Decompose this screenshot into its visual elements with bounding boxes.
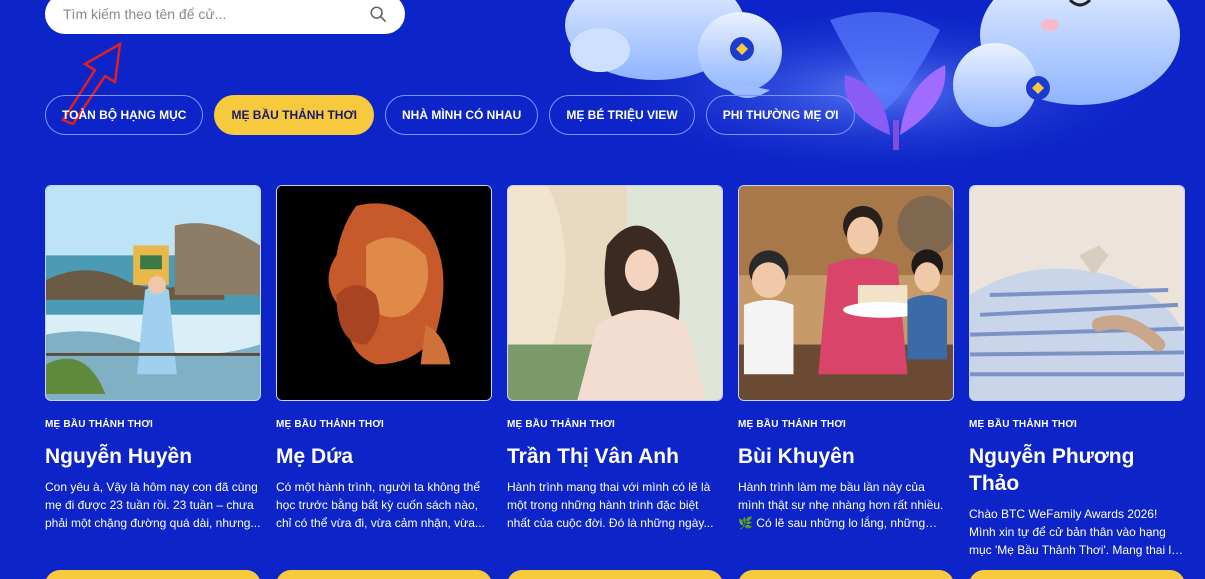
nominee-card[interactable]: MẸ BẦU THẢNH THƠI Bùi Khuyên Hành trình …: [738, 185, 954, 559]
nominee-excerpt: Hành trình mang thai với mình có lẽ là m…: [507, 480, 714, 530]
vote-button[interactable]: [276, 570, 492, 579]
vote-button[interactable]: [507, 570, 723, 579]
nominee-name[interactable]: Trần Thị Vân Anh: [507, 443, 723, 470]
nominee-cards: MẸ BẦU THẢNH THƠI Nguyễn Huyền Con yêu à…: [45, 185, 1185, 559]
nominee-category: MẸ BẦU THẢNH THƠI: [45, 419, 154, 430]
tab-nha-minh-co-nhau[interactable]: NHÀ MÌNH CÓ NHAU: [385, 95, 539, 135]
nominee-name[interactable]: Nguyễn Huyền: [45, 443, 261, 470]
nominee-card[interactable]: MẸ BẦU THẢNH THƠI Mẹ Dứa Có một hành trì…: [276, 185, 492, 559]
nominee-category: MẸ BẦU THẢNH THƠI: [276, 419, 385, 430]
nominee-photo[interactable]: [507, 185, 723, 401]
search-icon[interactable]: [369, 5, 387, 23]
nominee-card[interactable]: MẸ BẦU THẢNH THƠI Nguyễn Phương Thảo Chà…: [969, 185, 1185, 559]
nominee-photo[interactable]: [45, 185, 261, 401]
search-bar[interactable]: [45, 0, 405, 34]
nominee-excerpt: Có một hành trình, người ta không thể họ…: [276, 480, 485, 530]
nominee-name[interactable]: Bùi Khuyên: [738, 443, 954, 470]
nominee-excerpt: Chào BTC WeFamily Awards 2026! Mình xin …: [969, 507, 1185, 557]
nominee-photo[interactable]: [738, 185, 954, 401]
nominee-excerpt: Hành trình làm mẹ bầu lần này của mình t…: [738, 480, 944, 530]
search-input[interactable]: [63, 6, 369, 22]
nominee-photo[interactable]: [969, 185, 1185, 401]
tab-me-be-trieu-view[interactable]: MẸ BÉ TRIỆU VIEW: [549, 95, 695, 135]
vote-button[interactable]: [969, 570, 1185, 579]
nominee-name[interactable]: Mẹ Dứa: [276, 443, 492, 470]
nominee-card[interactable]: MẸ BẦU THẢNH THƠI Trần Thị Vân Anh Hành …: [507, 185, 723, 559]
category-tabs: TOÀN BỘ HẠNG MỤC MẸ BẦU THẢNH THƠI NHÀ M…: [45, 95, 856, 135]
nominee-photo[interactable]: [276, 185, 492, 401]
tab-me-bau-thanh-thoi[interactable]: MẸ BẦU THẢNH THƠI: [214, 95, 375, 135]
nominee-name[interactable]: Nguyễn Phương Thảo: [969, 443, 1185, 497]
vote-button[interactable]: [45, 570, 261, 579]
nominee-category: MẸ BẦU THẢNH THƠI: [969, 419, 1078, 430]
nominee-excerpt: Con yêu à, Vậy là hôm nay con đã cùng mẹ…: [45, 480, 261, 530]
nominee-category: MẸ BẦU THẢNH THƠI: [507, 419, 616, 430]
nominee-category: MẸ BẦU THẢNH THƠI: [738, 419, 847, 430]
mascot-decoration: [565, 0, 1180, 175]
tab-toan-bo-hang-muc[interactable]: TOÀN BỘ HẠNG MỤC: [45, 95, 204, 135]
tab-phi-thuong-me-oi[interactable]: PHI THƯỜNG MẸ ƠI: [705, 95, 856, 135]
vote-button[interactable]: [738, 570, 954, 579]
nominee-card[interactable]: MẸ BẦU THẢNH THƠI Nguyễn Huyền Con yêu à…: [45, 185, 261, 559]
